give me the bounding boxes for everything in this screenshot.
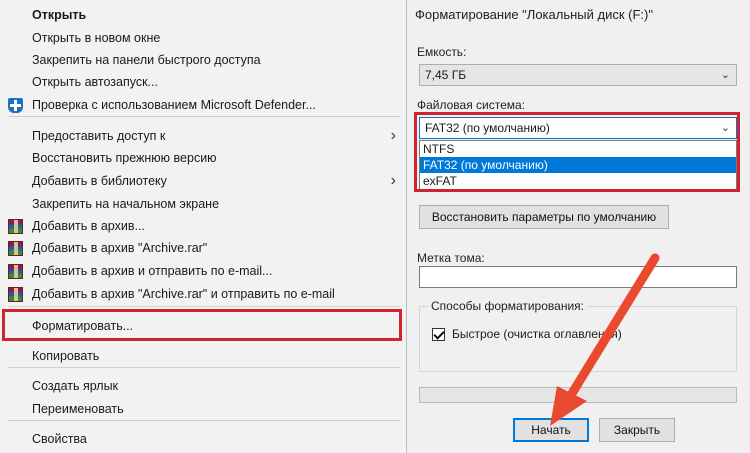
arrow-shaft: [566, 253, 660, 400]
arrow-head: [550, 386, 587, 426]
annotation-arrow: [550, 253, 660, 426]
